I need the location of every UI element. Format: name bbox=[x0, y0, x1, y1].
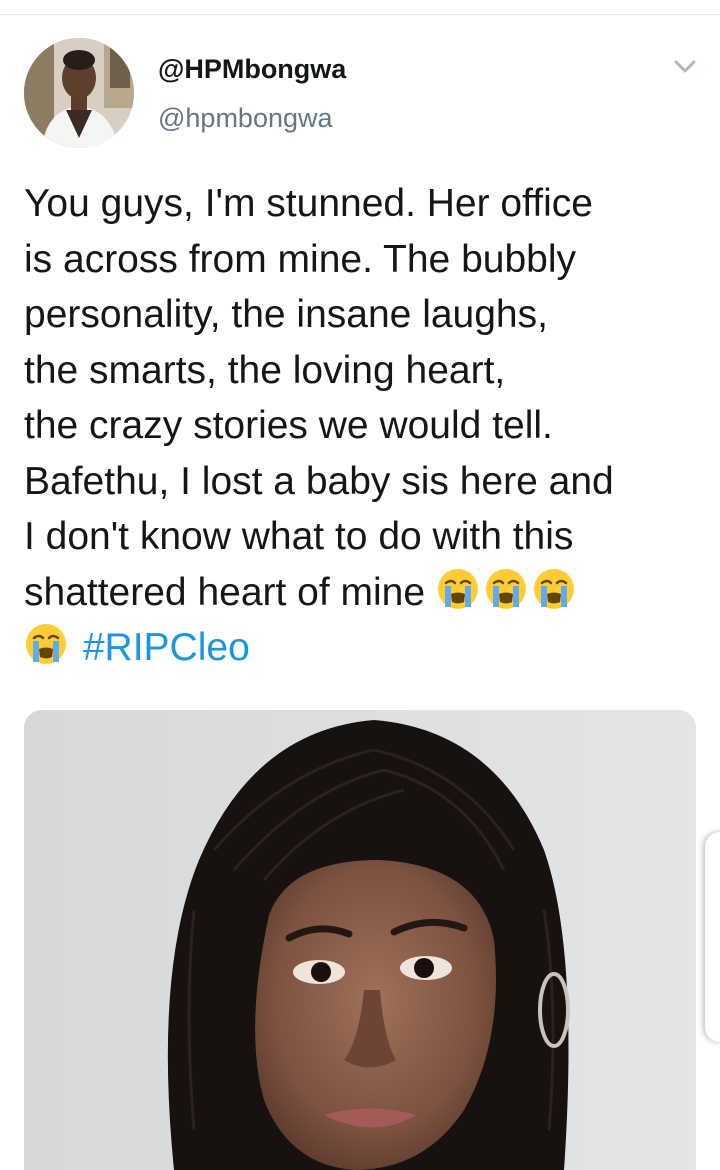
tweet: @HPMbongwa @hpmbongwa You guys, I'm stun… bbox=[0, 0, 720, 1170]
tweet-text-line: shattered heart of mine bbox=[24, 570, 426, 614]
tweet-text-line: the smarts, the loving heart, bbox=[24, 348, 506, 392]
tweet-header: @HPMbongwa @hpmbongwa bbox=[158, 52, 346, 135]
tweet-media-image[interactable] bbox=[24, 710, 696, 1170]
tweet-text-line: the crazy stories we would tell. bbox=[24, 404, 553, 447]
crying-face-icon bbox=[24, 622, 68, 666]
display-name[interactable]: @HPMbongwa bbox=[158, 52, 346, 86]
crying-face-icon bbox=[484, 567, 528, 611]
scroll-handle[interactable] bbox=[705, 832, 720, 1042]
crying-face-icon bbox=[436, 567, 480, 611]
user-handle[interactable]: @hpmbongwa bbox=[158, 101, 346, 135]
avatar[interactable] bbox=[24, 38, 134, 148]
tweet-text-line: I don't know what to do with this bbox=[24, 515, 574, 558]
tweet-text-line: is across from mine. The bubbly bbox=[24, 237, 576, 281]
hashtag-link[interactable]: #RIPCleo bbox=[83, 626, 250, 669]
tweet-text-line: You guys, I'm stunned. Her office bbox=[24, 182, 593, 225]
tweet-text-line: personality, the insane laughs, bbox=[24, 293, 548, 336]
chevron-down-icon[interactable] bbox=[668, 56, 702, 80]
crying-face-icon bbox=[532, 567, 576, 611]
avatar-image bbox=[24, 38, 134, 148]
tweet-text-line: Bafethu, I lost a baby sis here and bbox=[24, 459, 614, 503]
portrait-photo bbox=[24, 710, 696, 1170]
tweet-text: You guys, I'm stunned. Her office is acr… bbox=[24, 176, 704, 676]
